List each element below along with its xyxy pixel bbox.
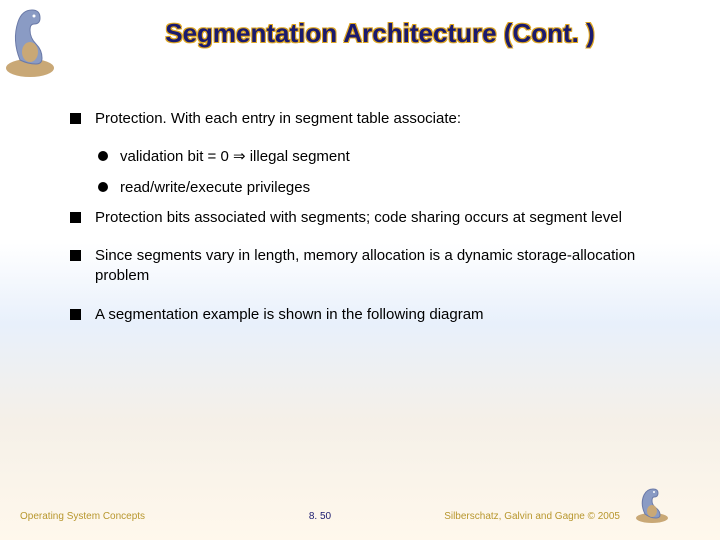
- bullet-level2: read/write/execute privileges: [98, 178, 650, 198]
- slide-footer: Operating System Concepts 8. 50 Silbersc…: [0, 511, 720, 522]
- square-bullet-icon: [70, 113, 81, 124]
- footer-credits: Silberschatz, Galvin and Gagne © 2005: [420, 511, 720, 522]
- footer-page-number: 8. 50: [220, 511, 420, 522]
- square-bullet-icon: [70, 309, 81, 320]
- bullet-text: Protection. With each entry in segment t…: [95, 109, 650, 129]
- bullet-level1: Since segments vary in length, memory al…: [70, 246, 650, 287]
- bullet-level1: A segmentation example is shown in the f…: [70, 305, 650, 325]
- dinosaur-logo-top: [0, 0, 60, 80]
- slide-content: Protection. With each entry in segment t…: [0, 49, 720, 325]
- bullet-level1: Protection bits associated with segments…: [70, 208, 650, 228]
- bullet-text: Since segments vary in length, memory al…: [95, 246, 650, 287]
- slide-title: Segmentation Architecture (Cont. ): [0, 0, 720, 49]
- circle-bullet-icon: [98, 151, 108, 161]
- footer-left: Operating System Concepts: [0, 511, 220, 522]
- bullet-text: Protection bits associated with segments…: [95, 208, 650, 228]
- bullet-text: validation bit = 0 ⇒ illegal segment: [120, 147, 650, 167]
- bullet-level1: Protection. With each entry in segment t…: [70, 109, 650, 129]
- square-bullet-icon: [70, 250, 81, 261]
- circle-bullet-icon: [98, 182, 108, 192]
- bullet-level2: validation bit = 0 ⇒ illegal segment: [98, 147, 650, 167]
- square-bullet-icon: [70, 212, 81, 223]
- bullet-text: A segmentation example is shown in the f…: [95, 305, 650, 325]
- bullet-text: read/write/execute privileges: [120, 178, 650, 198]
